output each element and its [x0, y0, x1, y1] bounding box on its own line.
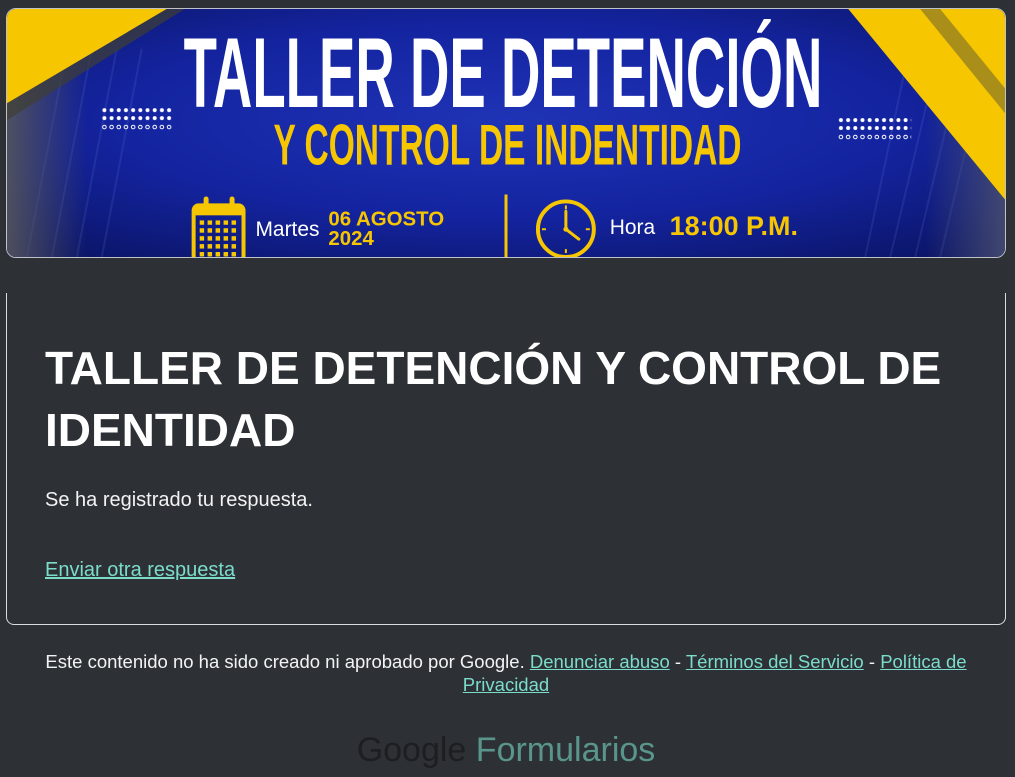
footer-separator: -: [868, 651, 876, 672]
calendar-icon: [191, 196, 246, 257]
event-day: Martes: [256, 218, 320, 241]
logo-product-wordmark: Formularios: [475, 731, 656, 769]
dots-decoration-left: [100, 106, 173, 132]
event-date: 06 AGOSTO: [328, 208, 444, 230]
banner-subtitle: Y CONTROL DE INDENTIDAD: [273, 114, 741, 178]
terms-of-service-link[interactable]: Términos del Servicio: [686, 651, 864, 672]
banner-graphic: TALLER DE DETENCIÓN Y CONTROL DE INDENTI…: [7, 9, 1005, 257]
event-year: 2024: [328, 228, 374, 250]
confirmation-card: TALLER DE DETENCIÓN Y CONTROL DE IDENTID…: [6, 293, 1006, 625]
footer-separator: -: [674, 651, 682, 672]
submit-another-response-link[interactable]: Enviar otra respuesta: [45, 556, 235, 584]
logo-google-wordmark: Google: [356, 731, 467, 769]
banner-title: TALLER DE DETENCIÓN: [184, 18, 823, 129]
footer-disclaimer: Este contenido no ha sido creado ni apro…: [16, 650, 996, 696]
form-title: TALLER DE DETENCIÓN Y CONTROL DE IDENTID…: [45, 342, 942, 456]
dots-decoration-right: [837, 116, 912, 141]
google-forms-logo[interactable]: Google Formularios: [6, 730, 1006, 770]
confirmation-message: Se ha registrado tu respuesta.: [45, 489, 313, 511]
header-banner: TALLER DE DETENCIÓN Y CONTROL DE INDENTI…: [6, 8, 1006, 258]
report-abuse-link[interactable]: Denunciar abuso: [530, 651, 670, 672]
disclaimer-text: Este contenido no ha sido creado ni apro…: [45, 651, 525, 672]
event-time: 18:00 P.M.: [670, 211, 798, 241]
time-label: Hora: [610, 216, 656, 239]
